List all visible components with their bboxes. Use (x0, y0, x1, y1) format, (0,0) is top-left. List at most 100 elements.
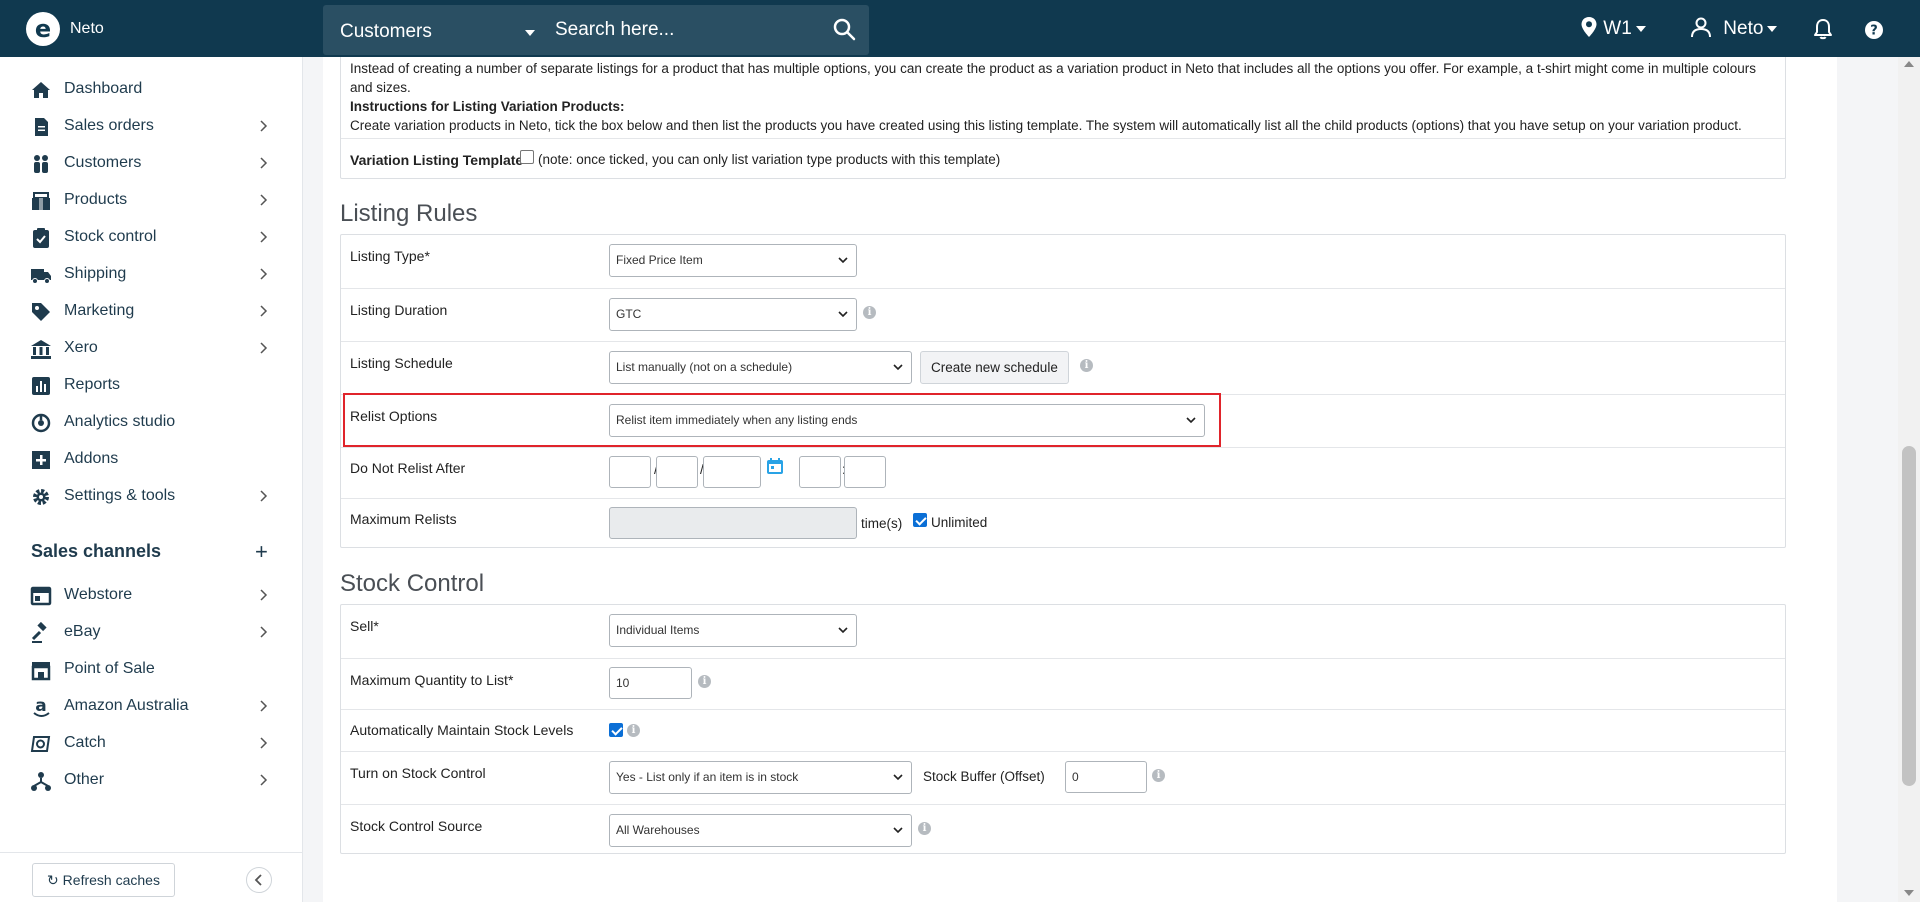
chevron-right-icon (260, 231, 268, 243)
store-icon (31, 662, 51, 681)
chevron-right-icon (260, 589, 268, 601)
sidebar-item-label: Products (64, 191, 128, 208)
day-input[interactable] (609, 456, 651, 488)
hour-input[interactable] (799, 456, 841, 488)
variation-template-checkbox[interactable] (520, 150, 534, 164)
sidebar-item-ebay[interactable]: eBay (0, 614, 303, 651)
do-not-relist-after-row: Do Not Relist After / / : (341, 447, 1785, 498)
listing-schedule-row: Listing Schedule List manually (not on a… (341, 341, 1785, 394)
document-icon (35, 118, 48, 136)
sidebar-item-catch[interactable]: Catch (0, 725, 303, 762)
calendar-icon[interactable] (766, 457, 784, 475)
info-icon[interactable]: i (1080, 359, 1093, 372)
chevron-right-icon (260, 194, 268, 206)
network-icon (31, 772, 51, 791)
user-menu[interactable]: Neto (1690, 16, 1778, 40)
turn-on-stock-control-select[interactable]: Yes - List only if an item is in stock (609, 761, 912, 794)
search-icon[interactable] (830, 15, 860, 45)
people-icon (34, 155, 48, 173)
sidebar-item-label: Point of Sale (64, 660, 155, 677)
scrollbar-thumb[interactable] (1902, 446, 1916, 786)
home-icon (32, 82, 50, 98)
info-icon[interactable]: i (918, 822, 931, 835)
chevron-right-icon (260, 700, 268, 712)
sidebar-item-other[interactable]: Other (0, 762, 303, 799)
sidebar-item-settings-tools[interactable]: Settings & tools (0, 478, 303, 515)
catch-icon (30, 736, 51, 752)
bell-icon[interactable] (1813, 18, 1833, 40)
chevron-right-icon (260, 157, 268, 169)
page-scrollbar[interactable] (1898, 57, 1920, 902)
sidebar-item-reports[interactable]: Reports (0, 367, 303, 404)
variation-template-label: Variation Listing Template (350, 152, 524, 168)
month-input[interactable] (656, 456, 698, 488)
info-icon[interactable]: i (627, 724, 640, 737)
search-category-dropdown[interactable]: Customers (340, 21, 432, 43)
listing-schedule-select[interactable]: List manually (not on a schedule) (609, 351, 912, 384)
chevron-down-icon[interactable] (525, 30, 535, 36)
sidebar-item-marketing[interactable]: Marketing (0, 293, 303, 330)
listing-type-row: Listing Type* Fixed Price Item (341, 235, 1785, 288)
stock-control-source-select[interactable]: All Warehouses (609, 814, 912, 847)
stock-buffer-input[interactable]: 0 (1065, 761, 1147, 793)
create-new-schedule-button[interactable]: Create new schedule (920, 351, 1069, 384)
sidebar-item-amazon-australia[interactable]: a Amazon Australia (0, 688, 303, 725)
plus-square-icon (32, 451, 50, 469)
analytics-icon (31, 413, 51, 433)
scroll-down-icon[interactable] (1904, 890, 1914, 896)
refresh-caches-button[interactable]: ↻ Refresh caches (32, 863, 175, 897)
unlimited-checkbox[interactable] (913, 513, 927, 527)
add-channel-icon[interactable]: + (255, 539, 268, 565)
sidebar-item-shipping[interactable]: Shipping (0, 256, 303, 293)
sidebar-item-xero[interactable]: Xero (0, 330, 303, 367)
sidebar-item-point-of-sale[interactable]: Point of Sale (0, 651, 303, 688)
search-input[interactable] (555, 11, 815, 49)
sidebar-item-dashboard[interactable]: Dashboard (0, 71, 303, 108)
sidebar-item-label: Marketing (64, 302, 135, 319)
listing-rules-panel: Listing Type* Fixed Price Item Listing D… (340, 234, 1786, 548)
listing-type-select[interactable]: Fixed Price Item (609, 244, 857, 277)
location-selector[interactable]: W1 (1580, 16, 1646, 40)
gear-icon (33, 489, 49, 505)
listing-duration-select[interactable]: GTC (609, 298, 857, 331)
sidebar-item-sales-orders[interactable]: Sales orders (0, 108, 303, 145)
neto-logo-icon[interactable]: e (26, 12, 60, 46)
info-icon[interactable]: i (698, 675, 711, 688)
auto-maintain-row: Automatically Maintain Stock Levels i (341, 709, 1785, 751)
listing-type-label: Listing Type* (350, 248, 430, 264)
year-input[interactable] (703, 456, 761, 488)
auto-maintain-checkbox[interactable] (609, 723, 623, 737)
turn-on-stock-control-label: Turn on Stock Control (350, 765, 486, 781)
info-icon[interactable]: i (863, 306, 876, 319)
sidebar-item-webstore[interactable]: Webstore (0, 577, 303, 614)
collapse-sidebar-button[interactable] (246, 867, 272, 893)
package-icon (32, 192, 50, 210)
sidebar-item-label: Catch (64, 734, 106, 751)
sidebar-item-products[interactable]: Products (0, 182, 303, 219)
scroll-up-icon[interactable] (1904, 61, 1914, 67)
minute-input[interactable] (844, 456, 886, 488)
maximum-quantity-value: 10 (616, 676, 630, 690)
sidebar-item-analytics-studio[interactable]: Analytics studio (0, 404, 303, 441)
sidebar-item-addons[interactable]: Addons (0, 441, 303, 478)
maximum-relists-input[interactable] (609, 507, 857, 539)
instructions-title: Instructions for Listing Variation Produ… (350, 99, 625, 114)
brand-name[interactable]: Neto (70, 20, 104, 38)
help-icon[interactable]: ? (1864, 20, 1884, 40)
sell-label: Sell* (350, 618, 379, 634)
browser-icon (30, 586, 52, 606)
stock-control-source-row: Stock Control Source All Warehouses i (341, 804, 1785, 855)
sidebar-item-stock-control[interactable]: Stock control (0, 219, 303, 256)
maximum-quantity-input[interactable]: 10 (609, 667, 692, 699)
maximum-quantity-label: Maximum Quantity to List* (350, 672, 514, 688)
stock-control-source-label: Stock Control Source (350, 818, 483, 834)
chevron-left-icon (254, 874, 262, 886)
intro-paragraph-line2: and sizes. (350, 80, 411, 95)
info-icon[interactable]: i (1152, 769, 1165, 782)
top-bar: e Neto Customers W1 Neto ? (0, 0, 1920, 57)
chevron-right-icon (260, 120, 268, 132)
main-content: Instead of creating a number of separate… (323, 57, 1837, 902)
refresh-caches-label: Refresh caches (62, 871, 160, 888)
sidebar-item-customers[interactable]: Customers (0, 145, 303, 182)
sell-select[interactable]: Individual Items (609, 614, 857, 647)
